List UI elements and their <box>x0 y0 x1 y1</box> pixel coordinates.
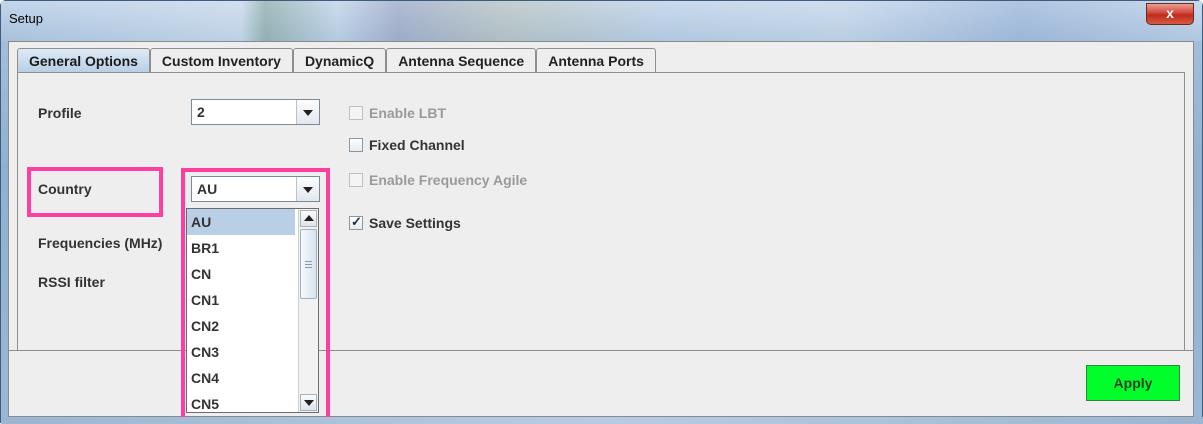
enable-frequency-agile-label: Enable Frequency Agile <box>369 172 528 188</box>
apply-button[interactable]: Apply <box>1086 365 1180 401</box>
save-settings-label: Save Settings <box>369 215 461 231</box>
tab-general-options[interactable]: General Options <box>17 48 150 72</box>
checkbox-box <box>349 106 363 120</box>
profile-select[interactable]: 2 <box>191 99 320 125</box>
tab-antenna-ports[interactable]: Antenna Ports <box>536 48 656 72</box>
save-settings-checkbox[interactable]: ✓ Save Settings <box>349 214 461 231</box>
country-dropdown-highlight <box>181 168 330 424</box>
tab-bar: General Options Custom Inventory Dynamic… <box>17 48 656 74</box>
profile-dropdown-button[interactable] <box>296 100 319 124</box>
enable-lbt-label: Enable LBT <box>369 105 447 121</box>
frequencies-label: Frequencies (MHz) <box>38 235 163 251</box>
rssi-filter-label: RSSI filter <box>38 274 105 290</box>
fixed-channel-label: Fixed Channel <box>369 137 465 153</box>
tab-dynamicq[interactable]: DynamicQ <box>292 48 387 72</box>
close-button[interactable]: x <box>1146 3 1194 25</box>
profile-value: 2 <box>197 104 205 120</box>
checkbox-box <box>349 173 363 187</box>
enable-lbt-checkbox[interactable]: Enable LBT <box>349 105 446 121</box>
window-title: Setup <box>9 11 43 26</box>
setup-window: Setup x General Options Custom Inventory… <box>0 0 1203 424</box>
title-bar[interactable]: Setup x <box>1 1 1202 41</box>
tab-antenna-sequence[interactable]: Antenna Sequence <box>386 48 537 72</box>
profile-label: Profile <box>38 105 82 121</box>
chevron-down-icon <box>303 110 313 116</box>
fixed-channel-checkbox[interactable]: Fixed Channel <box>349 137 465 153</box>
checkbox-box: ✓ <box>349 214 363 230</box>
close-icon: x <box>1166 5 1174 21</box>
tab-custom-inventory[interactable]: Custom Inventory <box>149 48 293 72</box>
enable-frequency-agile-checkbox[interactable]: Enable Frequency Agile <box>349 172 527 188</box>
checkmark-icon: ✓ <box>351 214 362 229</box>
checkbox-box <box>349 138 363 152</box>
country-label-highlight <box>27 167 163 217</box>
